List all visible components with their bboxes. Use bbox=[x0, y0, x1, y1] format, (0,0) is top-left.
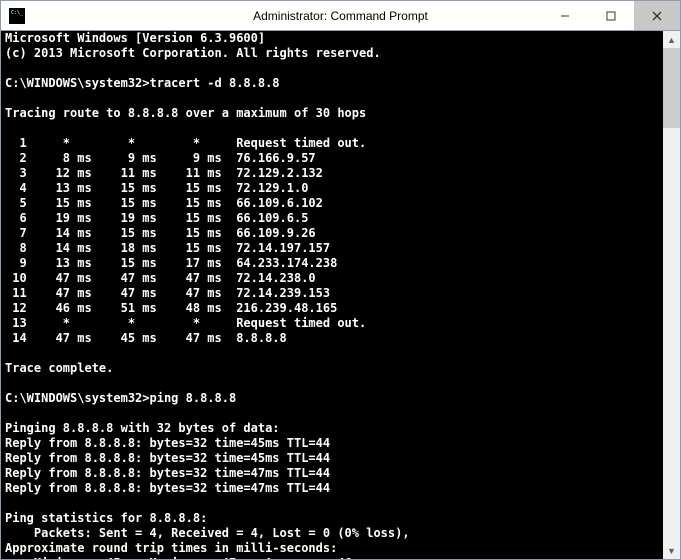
scroll-up-button[interactable]: ▲ bbox=[663, 31, 680, 48]
close-button[interactable] bbox=[634, 1, 680, 30]
terminal-output[interactable]: Microsoft Windows [Version 6.3.9600] (c)… bbox=[1, 31, 663, 559]
scroll-thumb[interactable] bbox=[663, 48, 680, 128]
window-controls bbox=[542, 1, 680, 30]
scroll-track[interactable] bbox=[663, 48, 680, 542]
minimize-button[interactable] bbox=[542, 1, 588, 30]
scrollbar[interactable]: ▲ ▼ bbox=[663, 31, 680, 559]
cmd-icon bbox=[9, 8, 25, 24]
titlebar[interactable]: Administrator: Command Prompt bbox=[1, 1, 680, 31]
scroll-down-button[interactable]: ▼ bbox=[663, 542, 680, 559]
client-area: Microsoft Windows [Version 6.3.9600] (c)… bbox=[1, 31, 680, 559]
command-prompt-window: Administrator: Command Prompt Microsoft … bbox=[0, 0, 681, 560]
maximize-button[interactable] bbox=[588, 1, 634, 30]
